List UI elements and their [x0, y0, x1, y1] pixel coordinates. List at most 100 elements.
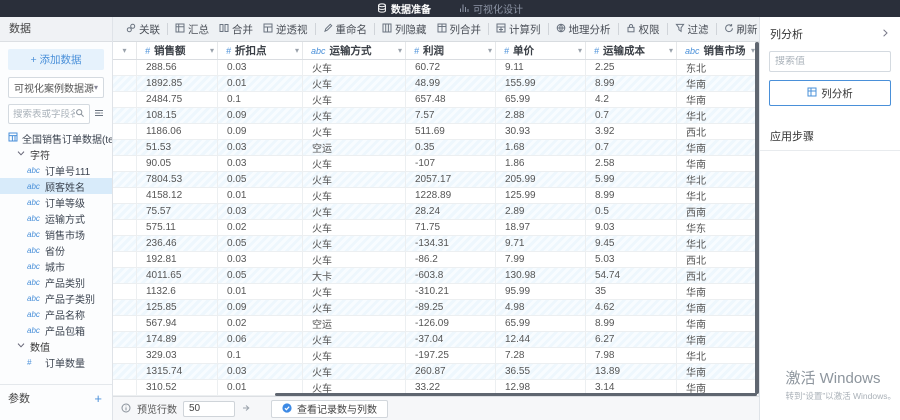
table-row[interactable]: 75.570.03火车28.242.890.5西南: [113, 204, 759, 220]
column-header-销售市场[interactable]: abc销售市场▾: [677, 42, 759, 59]
datasource-select[interactable]: 可视化案例数据源 ▾: [8, 77, 104, 98]
view-record-count-button[interactable]: 查看记录数与列数: [271, 400, 388, 418]
field-group-数值[interactable]: 数值: [0, 338, 112, 354]
column-header-销售额[interactable]: #销售额▾: [137, 42, 218, 59]
row-selector[interactable]: [113, 220, 137, 235]
tab-visual-design[interactable]: 可视化设计: [459, 1, 523, 16]
row-selector[interactable]: [113, 380, 137, 395]
table-row[interactable]: 2484.750.1火车657.4865.994.2华南: [113, 92, 759, 108]
row-selector[interactable]: [113, 172, 137, 187]
table-row[interactable]: 90.050.03火车-1071.862.58华南: [113, 156, 759, 172]
table-row[interactable]: 329.030.1火车-197.257.287.98华北: [113, 348, 759, 364]
toolbar-item-汇总[interactable]: 汇总: [170, 22, 214, 37]
field-search-input[interactable]: [13, 109, 75, 120]
table-row[interactable]: 192.810.03火车-86.27.995.03西北: [113, 252, 759, 268]
table-row[interactable]: 288.560.03火车60.729.112.25东北: [113, 60, 759, 76]
column-header-折扣点[interactable]: #折扣点▾: [218, 42, 303, 59]
toolbar-item-重命名[interactable]: 重命名: [318, 22, 373, 37]
toolbar-item-合并[interactable]: 合并: [214, 22, 258, 37]
add-data-button[interactable]: + 添加数据: [8, 49, 104, 70]
row-selector[interactable]: [113, 316, 137, 331]
column-menu-icon[interactable]: ▾: [578, 46, 582, 55]
table-row[interactable]: 1132.60.01火车-310.2195.9935华南: [113, 284, 759, 300]
row-selector[interactable]: [113, 348, 137, 363]
apply-preview-rows-icon[interactable]: [241, 403, 251, 415]
table-row[interactable]: 1892.850.01火车48.99155.998.99华南: [113, 76, 759, 92]
table-row[interactable]: 4011.650.05大卡-603.8130.9854.74西北: [113, 268, 759, 284]
column-menu-icon[interactable]: ▾: [295, 46, 299, 55]
row-selector[interactable]: [113, 92, 137, 107]
row-selector[interactable]: [113, 140, 137, 155]
sidebar-field-产品包箱[interactable]: abc产品包箱: [0, 322, 112, 338]
sidebar-field-省份[interactable]: abc省份: [0, 242, 112, 258]
column-menu-icon[interactable]: ▾: [210, 46, 214, 55]
row-selector[interactable]: [113, 236, 137, 251]
column-menu-icon[interactable]: ▾: [488, 46, 492, 55]
table-row[interactable]: 1315.740.03火车260.8736.5513.89华南: [113, 364, 759, 380]
column-menu-icon[interactable]: ▾: [398, 46, 402, 55]
table-row[interactable]: 125.850.09火车-89.254.984.62华南: [113, 300, 759, 316]
column-header-运输方式[interactable]: abc运输方式▾: [303, 42, 406, 59]
select-all-header[interactable]: ▾: [113, 42, 137, 59]
column-menu-icon[interactable]: ▾: [669, 46, 673, 55]
toolbar-item-过滤[interactable]: 过滤: [670, 22, 714, 37]
sidebar-table-node[interactable]: 全国销售订单数据(te...: [0, 130, 112, 146]
sidebar-field-订单数量[interactable]: #订单数量: [0, 354, 112, 370]
toolbar-item-计算列[interactable]: 计算列: [491, 22, 546, 37]
table-row[interactable]: 575.110.02火车71.7518.979.03华东: [113, 220, 759, 236]
table-row[interactable]: 1186.060.09火车511.6930.933.92西北: [113, 124, 759, 140]
sidebar-field-产品类别[interactable]: abc产品类别: [0, 274, 112, 290]
toolbar-item-逆透视[interactable]: 逆透视: [258, 22, 313, 37]
row-selector[interactable]: [113, 60, 137, 75]
toolbar-item-列隐藏[interactable]: 列隐藏: [377, 22, 432, 37]
toolbar-item-权限[interactable]: 权限: [621, 22, 665, 37]
collapse-panel-icon[interactable]: [880, 28, 890, 40]
toolbar-item-刷新[interactable]: 刷新: [719, 22, 761, 37]
row-selector[interactable]: [113, 124, 137, 139]
row-selector[interactable]: [113, 300, 137, 315]
row-selector[interactable]: [113, 252, 137, 267]
column-header-单价[interactable]: #单价▾: [496, 42, 586, 59]
sidebar-field-产品名称[interactable]: abc产品名称: [0, 306, 112, 322]
sidebar-field-城市[interactable]: abc城市: [0, 258, 112, 274]
field-group-字符[interactable]: 字符: [0, 146, 112, 162]
column-analysis-button[interactable]: 列分析: [769, 80, 891, 106]
table-row[interactable]: 567.940.02空运-126.0965.998.99华南: [113, 316, 759, 332]
row-selector[interactable]: [113, 188, 137, 203]
value-search-input[interactable]: [775, 56, 900, 67]
tab-data-preparation[interactable]: 数据准备: [377, 1, 431, 16]
toolbar-item-地理分析[interactable]: 地理分析: [551, 22, 616, 37]
toolbar-item-列合并[interactable]: 列合并: [432, 22, 487, 37]
table-row[interactable]: 108.150.09火车7.572.880.7华北: [113, 108, 759, 124]
row-selector[interactable]: [113, 76, 137, 91]
table-cell: 0.35: [406, 140, 496, 155]
column-header-运输成本[interactable]: #运输成本▾: [586, 42, 677, 59]
sidebar-field-产品子类别[interactable]: abc产品子类别: [0, 290, 112, 306]
toolbar-item-关联[interactable]: 关联: [121, 22, 165, 37]
row-selector[interactable]: [113, 268, 137, 283]
table-row[interactable]: 51.530.03空运0.351.680.7华南: [113, 140, 759, 156]
preview-rows-input[interactable]: [183, 401, 235, 417]
add-parameter-icon[interactable]: +: [94, 391, 102, 406]
row-selector[interactable]: [113, 284, 137, 299]
table-row[interactable]: 174.890.06火车-37.0412.446.27华南: [113, 332, 759, 348]
table-row[interactable]: 4158.120.01火车1228.89125.998.99华北: [113, 188, 759, 204]
table-row[interactable]: 7804.530.05火车2057.17205.995.99华北: [113, 172, 759, 188]
row-selector[interactable]: [113, 364, 137, 379]
table-row[interactable]: 236.460.05火车-134.319.719.45华北: [113, 236, 759, 252]
vertical-scrollbar[interactable]: [755, 42, 759, 394]
field-type-icon: abc: [27, 166, 41, 175]
sidebar-field-销售市场[interactable]: abc销售市场: [0, 226, 112, 242]
sidebar-field-顾客姓名[interactable]: abc顾客姓名: [0, 178, 112, 194]
field-settings-icon[interactable]: [94, 108, 104, 120]
sidebar-field-订单等级[interactable]: abc订单等级: [0, 194, 112, 210]
row-selector[interactable]: [113, 332, 137, 347]
table-cell: 火车: [303, 60, 406, 75]
row-selector[interactable]: [113, 204, 137, 219]
row-selector[interactable]: [113, 156, 137, 171]
horizontal-scrollbar[interactable]: [275, 393, 757, 396]
sidebar-field-订单号111[interactable]: abc订单号111: [0, 162, 112, 178]
sidebar-field-运输方式[interactable]: abc运输方式: [0, 210, 112, 226]
row-selector[interactable]: [113, 108, 137, 123]
column-header-利润[interactable]: #利润▾: [406, 42, 496, 59]
